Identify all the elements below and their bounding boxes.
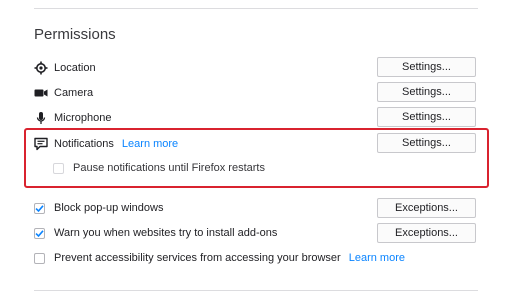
- prevent-accessibility-learn-more-link[interactable]: Learn more: [349, 252, 405, 264]
- permission-row-camera: Camera: [34, 83, 93, 103]
- highlight-annotation: [24, 128, 489, 188]
- location-settings-button[interactable]: Settings...: [377, 57, 476, 77]
- microphone-icon: [34, 111, 48, 125]
- warn-addons-checkbox[interactable]: [34, 227, 45, 239]
- top-divider: [34, 8, 478, 9]
- bottom-divider: [34, 290, 478, 291]
- location-icon: [34, 61, 48, 75]
- camera-icon: [34, 86, 48, 100]
- microphone-label: Microphone: [54, 112, 112, 124]
- microphone-settings-button[interactable]: Settings...: [377, 107, 476, 127]
- prevent-accessibility-row: Prevent accessibility services from acce…: [34, 248, 405, 268]
- location-label: Location: [54, 62, 96, 74]
- camera-label: Camera: [54, 87, 94, 99]
- block-popups-checkbox[interactable]: [34, 202, 45, 214]
- section-title: Permissions: [34, 26, 116, 43]
- warn-addons-exceptions-button[interactable]: Exceptions...: [377, 223, 476, 243]
- camera-settings-button[interactable]: Settings...: [377, 82, 476, 102]
- prevent-accessibility-label: Prevent accessibility services from acce…: [54, 252, 341, 264]
- prevent-accessibility-checkbox[interactable]: [34, 252, 45, 264]
- block-popups-row: Block pop-up windows: [34, 198, 163, 218]
- permission-row-location: Location: [34, 58, 96, 78]
- block-popups-label: Block pop-up windows: [54, 202, 164, 214]
- warn-addons-row: Warn you when websites try to install ad…: [34, 223, 277, 243]
- block-popups-exceptions-button[interactable]: Exceptions...: [377, 198, 476, 218]
- warn-addons-label: Warn you when websites try to install ad…: [54, 227, 278, 239]
- permission-row-microphone: Microphone: [34, 108, 111, 128]
